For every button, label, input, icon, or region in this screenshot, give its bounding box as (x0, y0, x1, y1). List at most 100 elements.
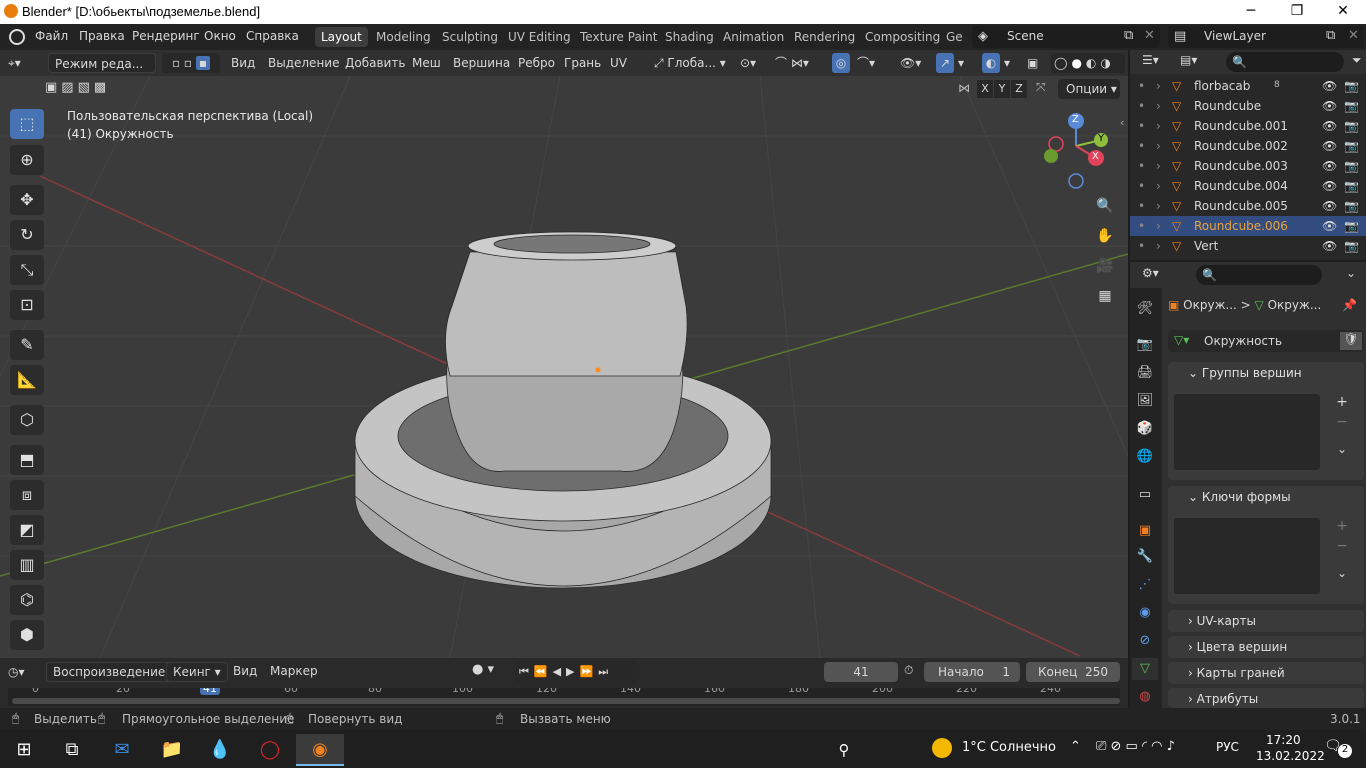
gizmo-toggle-icon[interactable]: ↗ (936, 53, 954, 73)
editor-type-icon[interactable]: ◷▾ (8, 662, 40, 682)
frame-ruler[interactable]: 0 20 41 60 80 100 120 140 160 180 200 220 240 (8, 688, 1120, 706)
overlay-dropdown-icon[interactable]: ▾ (1004, 53, 1010, 73)
measure-tool-icon[interactable]: 📐 (10, 365, 44, 395)
outliner-row[interactable]: • › ▽ Roundcube.004 👁 📷 (1130, 176, 1366, 196)
tool-tab-icon[interactable]: 🛠 (1132, 298, 1158, 320)
panel-vertex-groups-header[interactable]: ⌄ Группы вершин (1168, 362, 1364, 384)
tab-shading[interactable]: Shading (659, 27, 720, 47)
more-icon[interactable]: ⌄ (1332, 566, 1352, 586)
panel-vertex-colors[interactable]: › Цвета вершин (1168, 636, 1364, 658)
visibility-eye-icon[interactable]: 👁 (1322, 216, 1337, 236)
expand-icon[interactable]: › (1156, 116, 1161, 136)
start-frame-field[interactable]: Начало 1 (924, 662, 1020, 682)
minimize-button[interactable]: ─ (1228, 0, 1274, 24)
menu-vertex[interactable]: Вершина (453, 53, 510, 73)
grid-view-icon[interactable]: ▦ (1093, 284, 1117, 308)
orientation-dropdown[interactable]: ⤢ Глоба... ▾ (654, 53, 726, 73)
visibility-eye-icon[interactable]: 👁 (1322, 236, 1337, 256)
options-dropdown[interactable]: Опции ▾ (1058, 79, 1120, 99)
pivot-icon[interactable]: ⊙▾ (740, 53, 756, 73)
expand-icon[interactable]: › (1156, 176, 1161, 196)
menu-add[interactable]: Добавить (345, 53, 405, 73)
tray-chevron-icon[interactable]: ⌃ (1070, 739, 1081, 754)
output-tab-icon[interactable]: 🖨 (1132, 362, 1158, 384)
snap-icon[interactable]: ⌒ ⋈▾ (775, 53, 809, 73)
expand-icon[interactable]: › (1156, 136, 1161, 156)
tab-rendering[interactable]: Rendering (788, 27, 861, 47)
options-chevron-icon[interactable]: ⌄ (1346, 266, 1356, 280)
outliner-search[interactable]: 🔍 (1226, 52, 1344, 72)
proportional-edit-icon[interactable]: ◎ (832, 53, 850, 73)
datablock-selector[interactable]: ▽▾ Окружность 🛡 (1168, 330, 1364, 352)
xray-icon[interactable]: ▣ (1027, 53, 1038, 73)
mail-icon[interactable]: ✉ (98, 734, 146, 766)
menu-uv[interactable]: UV (610, 53, 627, 73)
transform-tool-icon[interactable]: ⊡ (10, 290, 44, 320)
expand-icon[interactable]: › (1156, 96, 1161, 116)
viewlayer-selector[interactable]: ▤ ViewLayer ⧉ ✕ (1168, 26, 1364, 48)
mode-dropdown[interactable]: Режим реда... (48, 53, 156, 73)
panel-face-maps[interactable]: › Карты граней (1168, 662, 1364, 684)
extrude-tool-icon[interactable]: ⬒ (10, 445, 44, 475)
shape-keys-list[interactable] (1174, 518, 1320, 594)
tab-animation[interactable]: Animation (717, 27, 790, 47)
mirror-x-toggle[interactable]: X (977, 80, 993, 98)
menu-select[interactable]: Выделение (268, 53, 339, 73)
3d-viewport[interactable]: Пользовательская перспектива (Local) (41… (0, 76, 1128, 658)
visibility-icon[interactable]: 👁▾ (900, 53, 921, 73)
render-camera-icon[interactable]: 📷 (1344, 116, 1359, 136)
pin-icon[interactable]: 📌 (1342, 298, 1357, 312)
clock-time[interactable]: 17:20 (1266, 733, 1301, 747)
display-mode-icon[interactable]: ▤▾ (1180, 53, 1197, 67)
pan-hand-icon[interactable]: ✋ (1093, 224, 1117, 248)
playback-menu[interactable]: Воспроизведение ▾ (46, 662, 183, 682)
copy-icon[interactable]: ⧉ (1124, 28, 1133, 43)
data-tab-icon[interactable]: ▽ (1132, 658, 1158, 680)
tray-icons[interactable]: ⎚ ⊘ ▭ ◜ ◠ ♪ (1096, 739, 1175, 754)
tab-sculpting[interactable]: Sculpting (436, 27, 504, 47)
scale-tool-icon[interactable]: ⤡ (10, 255, 44, 285)
filter-icon[interactable]: ⏷ (1352, 53, 1362, 68)
expand-icon[interactable]: › (1156, 196, 1161, 216)
outliner-row[interactable]: • › ▽ Vert 👁 📷 (1130, 236, 1366, 256)
world-tab-icon[interactable]: 🌐 (1132, 446, 1158, 468)
tab-uv-editing[interactable]: UV Editing (502, 27, 577, 47)
copy-icon[interactable]: ⧉ (1326, 28, 1335, 43)
falloff-icon[interactable]: ⌒▾ (857, 53, 875, 73)
zoom-icon[interactable]: 🔍 (1093, 194, 1117, 218)
tab-geometry[interactable]: Ge (940, 27, 969, 47)
end-frame-field[interactable]: Конец 250 (1026, 662, 1120, 682)
expand-icon[interactable]: › (1156, 236, 1161, 256)
tab-compositing[interactable]: Compositing (859, 27, 946, 47)
particles-tab-icon[interactable]: ⋰ (1132, 574, 1158, 596)
remove-icon[interactable]: − (1332, 538, 1352, 558)
menu-edit[interactable]: Правка (79, 29, 125, 43)
menu-file[interactable]: Файл (35, 29, 68, 43)
file-explorer-icon[interactable]: 📁 (148, 734, 196, 766)
menu-help[interactable]: Справка (246, 29, 299, 43)
record-icon[interactable]: ● ▾ (472, 662, 494, 677)
inset-tool-icon[interactable]: ⧈ (10, 480, 44, 510)
people-icon[interactable]: ⚲ (820, 734, 868, 766)
sidebar-toggle-icon[interactable]: ‹ (1120, 116, 1124, 129)
select-mode-toggle[interactable]: ▫ ▫ ▪ (162, 53, 220, 73)
object-tab-icon[interactable]: ▣ (1132, 520, 1158, 542)
stopwatch-icon[interactable]: ⏱ (904, 663, 913, 678)
outliner-row[interactable]: • › ▽ florbacab 👁 📷 8 (1130, 76, 1366, 96)
collection-tab-icon[interactable]: ▭ (1132, 484, 1158, 506)
mirror-icon[interactable]: ⋈ (958, 81, 970, 95)
expand-icon[interactable]: › (1156, 216, 1161, 236)
outliner-row[interactable]: • › ▽ Roundcube.001 👁 📷 (1130, 116, 1366, 136)
timeline-scrollbar[interactable] (12, 698, 1120, 704)
mirror-y-toggle[interactable]: Y (994, 80, 1010, 98)
editor-type-icon[interactable]: ⌖▾ (8, 53, 40, 73)
expand-icon[interactable]: › (1156, 76, 1161, 96)
visibility-eye-icon[interactable]: 👁 (1322, 116, 1337, 136)
weather-text[interactable]: 1°C Солнечно (962, 740, 1056, 755)
annotate-tool-icon[interactable]: ✎ (10, 330, 44, 360)
move-tool-icon[interactable]: ✥ (10, 185, 44, 215)
shading-mode-toggle[interactable]: ◯●◐◑ (1051, 53, 1125, 73)
more-icon[interactable]: ⌄ (1332, 442, 1352, 462)
render-camera-icon[interactable]: 📷 (1344, 156, 1359, 176)
close-icon[interactable]: ✕ (1348, 28, 1359, 43)
